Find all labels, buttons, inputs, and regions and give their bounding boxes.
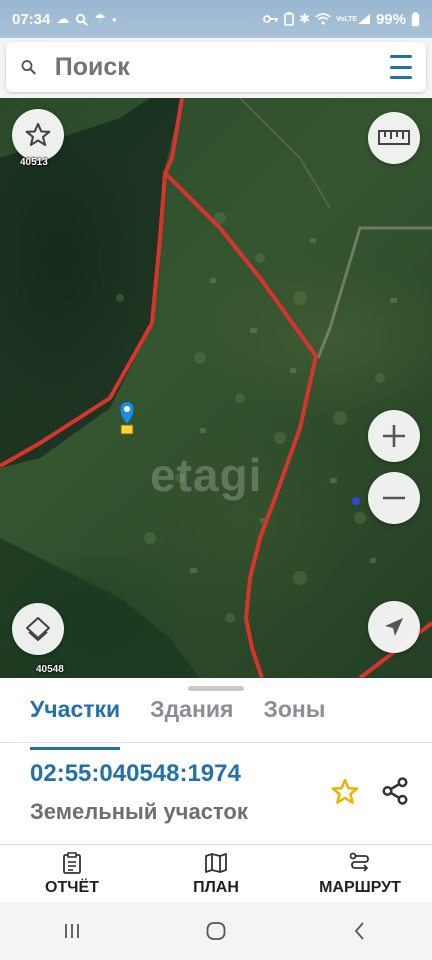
sheet-drag-handle[interactable] <box>188 686 244 691</box>
tab-plots[interactable]: Участки <box>30 692 121 750</box>
star-icon[interactable] <box>330 777 360 807</box>
search-input[interactable] <box>54 52 390 82</box>
umbrella-icon: ☂ <box>94 11 107 26</box>
ruler-icon[interactable] <box>368 112 420 164</box>
location-pin-icon <box>119 401 135 435</box>
status-bar: 07:34 ☁ ☂ • ✱ VoLTE 99% <box>0 0 432 38</box>
object-type: Земельный участок <box>30 799 248 824</box>
cloud-icon: ☁ <box>56 11 70 26</box>
search-icon[interactable] <box>20 55 37 79</box>
zoom-in-icon[interactable] <box>368 410 420 462</box>
system-nav-bar <box>0 902 432 960</box>
route-label: МАРШРУТ <box>319 878 401 896</box>
action-bar: ОТЧЁТ ПЛАН МАРШРУТ <box>0 844 432 902</box>
share-icon[interactable] <box>380 776 410 806</box>
menu-icon[interactable] <box>389 55 412 79</box>
locate-icon[interactable] <box>368 601 420 653</box>
back-icon[interactable] <box>348 919 372 943</box>
satellite-map[interactable]: etagi 40513 40548 <box>0 98 432 678</box>
watermark: etagi <box>150 449 263 501</box>
signal-icon <box>357 14 370 24</box>
bottom-sheet: Участки Здания Зоны 02:55:040548:1974 Зе… <box>0 678 432 844</box>
cadastral-number[interactable]: 02:55:040548:1974 <box>30 760 241 788</box>
key-icon <box>263 15 279 23</box>
home-icon[interactable] <box>204 919 228 943</box>
map-overlay <box>0 98 432 678</box>
search-bar[interactable] <box>6 42 426 92</box>
layers-icon[interactable] <box>12 603 64 655</box>
battery-level: 99% <box>375 10 406 28</box>
plan-button[interactable]: ПЛАН <box>144 845 288 902</box>
report-label: ОТЧЁТ <box>45 878 99 896</box>
tab-zones[interactable]: Зоны <box>263 692 325 742</box>
bluetooth-icon: ✱ <box>299 11 310 26</box>
route-button[interactable]: МАРШРУТ <box>288 845 432 902</box>
report-button[interactable]: ОТЧЁТ <box>0 845 144 902</box>
battery-icon <box>411 11 420 26</box>
battery-saver-icon <box>284 12 294 26</box>
search-icon <box>76 13 89 26</box>
map-label-top: 40513 <box>20 157 48 168</box>
tab-buildings[interactable]: Здания <box>150 692 233 742</box>
divider <box>0 742 432 743</box>
volte-icon: VoLTE <box>335 15 358 23</box>
tabs: Участки Здания Зоны <box>0 692 432 750</box>
favorites-star-icon[interactable] <box>12 109 64 161</box>
route-icon <box>349 852 369 872</box>
map-icon <box>205 852 227 873</box>
dot-icon: • <box>112 11 117 27</box>
status-time: 07:34 <box>12 10 51 28</box>
clipboard-icon <box>63 851 81 874</box>
plan-label: ПЛАН <box>193 878 239 896</box>
search-area <box>0 38 432 98</box>
wifi-icon <box>315 13 331 25</box>
recent-apps-icon[interactable] <box>60 919 84 943</box>
zoom-out-icon[interactable] <box>368 472 420 524</box>
map-label-bottom: 40548 <box>36 664 64 675</box>
